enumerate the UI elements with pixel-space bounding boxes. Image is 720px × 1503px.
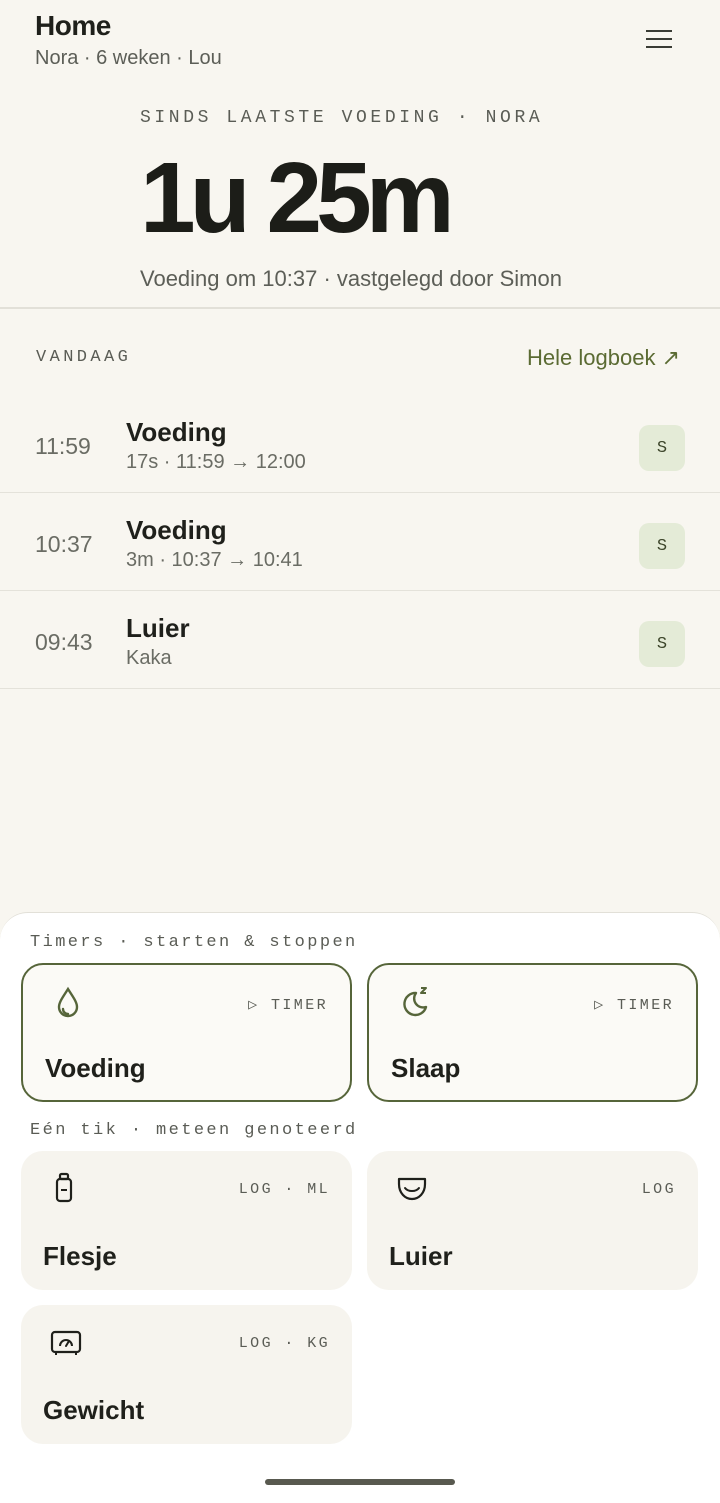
- entry-meta: Kaka: [126, 647, 172, 669]
- entry-time: 09:43: [35, 629, 93, 655]
- entry-title: Voeding: [126, 417, 227, 447]
- entry-meta: 17s · 11:59 → 12:00: [126, 451, 306, 473]
- full-logbook-link[interactable]: Hele logboek ↗: [527, 345, 680, 371]
- page-title: Home: [35, 10, 111, 41]
- diaper-icon: [397, 1177, 427, 1201]
- entry-title: Voeding: [126, 515, 227, 545]
- last-feeding-hero: SINDS LAATSTE VOEDING · NORA 1u 25m Voed…: [140, 108, 562, 292]
- home-indicator[interactable]: [265, 1479, 455, 1485]
- sleep-timer-button[interactable]: ▷ TIMER Slaap: [367, 963, 698, 1102]
- log-tag: LOG · ML: [238, 1181, 330, 1198]
- page-subtitle: Nora · 6 weken · Lou: [35, 47, 222, 69]
- app-header: Home Nora · 6 weken · Lou: [35, 10, 222, 70]
- list-item[interactable]: 10:37 Voeding 3m · 10:37 → 10:41 S: [0, 493, 720, 591]
- entry-meta: 3m · 10:37 → 10:41: [126, 549, 303, 571]
- drop-icon: [57, 986, 79, 1018]
- feeding-timer-button[interactable]: ▷ TIMER Voeding: [21, 963, 352, 1102]
- timers-label: Timers · starten & stoppen: [30, 933, 358, 952]
- menu-icon[interactable]: [646, 30, 676, 54]
- hero-detail: Voeding om 10:37 · vastgelegd door Simon: [140, 266, 562, 291]
- tile-name: Gewicht: [43, 1395, 145, 1425]
- list-item[interactable]: 11:59 Voeding 17s · 11:59 → 12:00 S: [0, 395, 720, 493]
- moon-sleep-icon: [403, 987, 428, 1017]
- bottle-log-button[interactable]: LOG · ML Flesje: [21, 1151, 352, 1290]
- tile-name: Flesje: [43, 1241, 117, 1271]
- hero-eyebrow: SINDS LAATSTE VOEDING · NORA: [140, 108, 544, 128]
- weight-log-button[interactable]: LOG · KG Gewicht: [21, 1305, 352, 1444]
- log-tag: LOG · KG: [238, 1335, 330, 1352]
- tile-name: Slaap: [391, 1053, 461, 1083]
- today-label: VANDAAG: [36, 348, 132, 367]
- quick-log-label: Eén tik · meteen genoteerd: [30, 1121, 358, 1140]
- user-badge: S: [639, 425, 685, 471]
- user-badge: S: [639, 621, 685, 667]
- log-tag: LOG: [641, 1181, 676, 1198]
- user-badge: S: [639, 523, 685, 569]
- tile-name: Luier: [389, 1241, 453, 1271]
- elapsed-time: 1u 25m: [140, 142, 455, 254]
- diaper-log-button[interactable]: LOG Luier: [367, 1151, 698, 1290]
- entry-title: Luier: [126, 613, 190, 643]
- timer-tag: ▷ TIMER: [248, 997, 328, 1014]
- bottle-icon: [55, 1172, 73, 1203]
- entry-time: 10:37: [35, 531, 93, 557]
- tile-name: Voeding: [45, 1053, 146, 1083]
- divider: [0, 307, 720, 309]
- list-item[interactable]: 09:43 Luier Kaka S: [0, 591, 720, 689]
- timer-tag: ▷ TIMER: [594, 997, 674, 1014]
- action-sheet: Timers · starten & stoppen ▷ TIMER Voedi…: [0, 912, 720, 1503]
- entry-time: 11:59: [35, 433, 91, 459]
- scale-icon: [50, 1330, 82, 1355]
